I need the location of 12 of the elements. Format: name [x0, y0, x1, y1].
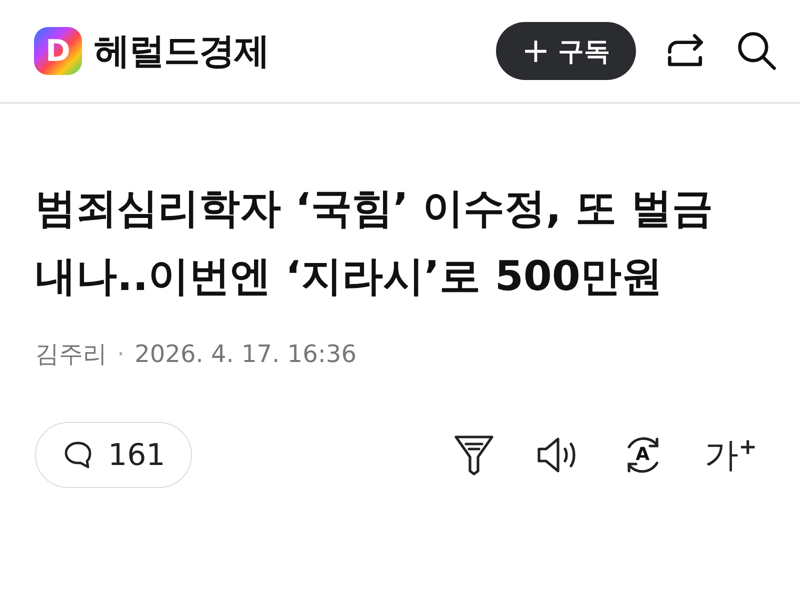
brand-name: 헤럴드경제: [94, 30, 269, 74]
logo-icon: D: [34, 27, 82, 75]
filter-icon[interactable]: [452, 433, 495, 477]
subscribe-button[interactable]: + 구독: [496, 22, 636, 80]
author-name: 김주리: [35, 339, 107, 370]
comment-icon: [62, 439, 94, 471]
publish-date: 2026. 4. 17. 16:36: [134, 340, 356, 368]
article-title: 범죄심리학자 ‘국힘’ 이수정, 또 벌금내나..이번엔 ‘지라시’로 500만원: [35, 183, 714, 302]
translate-button[interactable]: A: [620, 433, 665, 477]
font-size-button[interactable]: 가$^{+}$: [704, 437, 757, 473]
comment-button[interactable]: 161: [35, 422, 192, 488]
separator: ·: [117, 340, 125, 368]
